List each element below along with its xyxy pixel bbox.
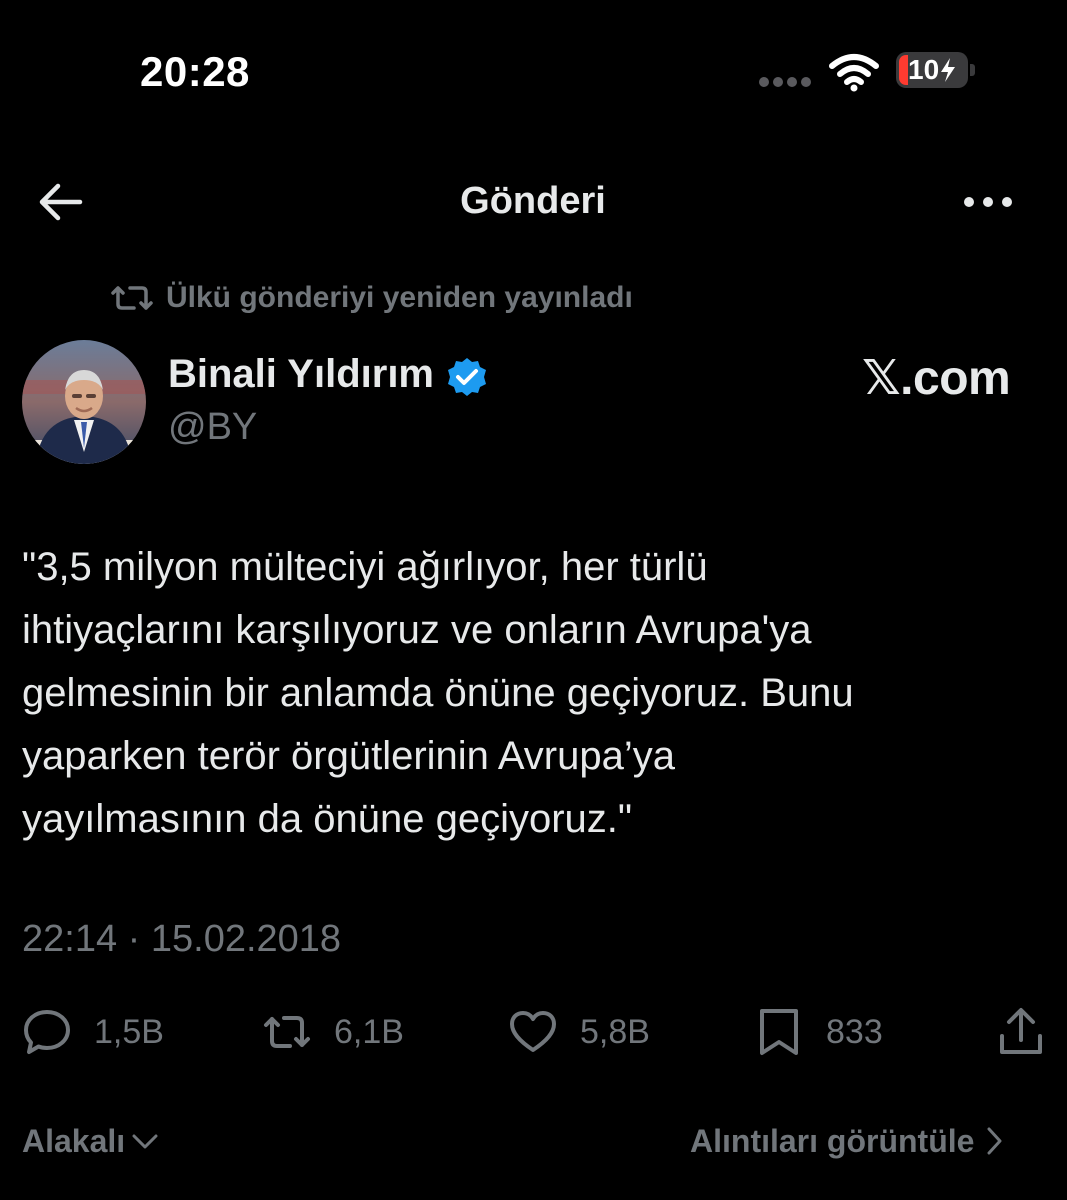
back-arrow-icon[interactable] <box>36 180 86 224</box>
verified-badge-icon <box>448 358 486 396</box>
heart-icon <box>510 1011 556 1052</box>
bookmark-count: 833 <box>826 1012 883 1051</box>
like-button[interactable]: 5,8B <box>508 1006 650 1058</box>
tweet-text-line: "3,5 milyon mülteciyi ağırlıyor, her tür… <box>22 545 708 589</box>
charging-bolt-icon <box>941 58 956 82</box>
tweet-timestamp[interactable]: 22:14 · 15.02.2018 <box>22 918 341 961</box>
tweet-text-line: yaparken terör örgütlerinin Avrupa’ya <box>22 734 675 778</box>
repost-icon <box>111 286 153 310</box>
battery-level-fill <box>899 55 908 85</box>
bookmark-button[interactable]: 833 <box>754 1006 883 1058</box>
chevron-right-icon <box>987 1127 1002 1155</box>
related-label: Alakalı <box>22 1122 126 1159</box>
status-time: 20:28 <box>140 48 250 95</box>
more-options-icon[interactable] <box>962 192 1014 212</box>
tweet-text-line: ihtiyaçlarını karşılıyoruz ve onların Av… <box>22 608 812 652</box>
like-count: 5,8B <box>580 1012 650 1051</box>
wifi-icon <box>829 54 879 92</box>
view-quotes-label: Alıntıları görüntüle <box>690 1122 975 1159</box>
cellular-signal-icon <box>759 77 811 87</box>
battery-indicator: 10 <box>896 52 968 88</box>
reply-icon <box>24 1010 70 1054</box>
reply-button[interactable]: 1,5B <box>22 1006 164 1058</box>
page-title: Gönderi <box>460 180 606 222</box>
repost-notice[interactable]: Ülkü gönderiyi yeniden yayınladı <box>110 278 633 318</box>
x-com-watermark: 𝕏.com <box>862 352 1011 405</box>
avatar[interactable] <box>22 340 146 464</box>
repost-icon <box>264 1016 310 1048</box>
repost-count: 6,1B <box>334 1012 404 1051</box>
author-handle[interactable]: @BY <box>168 406 257 449</box>
share-icon[interactable] <box>996 1006 1046 1058</box>
related-dropdown[interactable]: Alakalı <box>22 1118 159 1164</box>
repost-notice-text: Ülkü gönderiyi yeniden yayınladı <box>166 281 633 314</box>
author-name[interactable]: Binali Yıldırım <box>168 352 434 397</box>
tweet-text-line: yayılmasının da önüne geçiyoruz." <box>22 797 633 841</box>
reply-count: 1,5B <box>94 1012 164 1051</box>
avatar-image <box>22 340 146 464</box>
tweet-text-line: gelmesinin bir anlamda önüne geçiyoruz. … <box>22 671 854 715</box>
chevron-down-icon <box>132 1134 158 1149</box>
repost-button[interactable]: 6,1B <box>262 1006 404 1058</box>
battery-percentage: 10 <box>908 54 964 86</box>
tweet-text: "3,5 milyon mülteciyi ağırlıyor, her tür… <box>22 536 1032 851</box>
battery-nub <box>970 64 975 76</box>
bookmark-icon <box>760 1009 798 1055</box>
view-quotes-link[interactable]: Alıntıları görüntüle <box>690 1118 1004 1164</box>
